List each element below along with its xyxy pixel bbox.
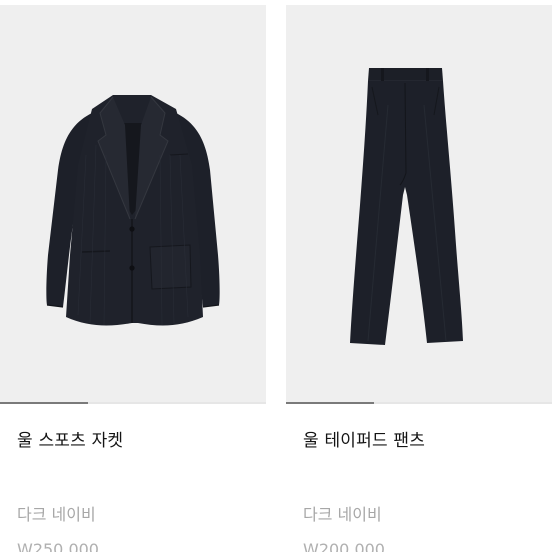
product-color: 다크 네이비 — [303, 505, 382, 524]
product-price: W250,000 — [17, 540, 99, 552]
product-image-trousers[interactable] — [286, 5, 552, 404]
product-card-jacket[interactable]: 울 스포츠 자켓 다크 네이비 W250,000 — [0, 0, 266, 552]
product-name[interactable]: 울 스포츠 자켓 — [17, 426, 123, 451]
product-price: W200,000 — [303, 540, 385, 552]
product-name[interactable]: 울 테이퍼드 팬츠 — [303, 426, 425, 451]
trousers-icon — [350, 68, 463, 345]
carousel-progress-fill — [286, 402, 374, 404]
carousel-progress-track — [286, 402, 552, 404]
product-grid: 울 스포츠 자켓 다크 네이비 W250,000 울 테이퍼드 팬츠 다크 네이… — [0, 0, 552, 552]
product-card-trousers[interactable]: 울 테이퍼드 팬츠 다크 네이비 W200,000 — [286, 0, 552, 552]
product-image-jacket[interactable] — [0, 5, 266, 404]
jacket-icon — [46, 95, 220, 326]
product-color: 다크 네이비 — [17, 505, 96, 524]
carousel-progress-fill — [0, 402, 88, 404]
carousel-progress-track — [0, 402, 266, 404]
